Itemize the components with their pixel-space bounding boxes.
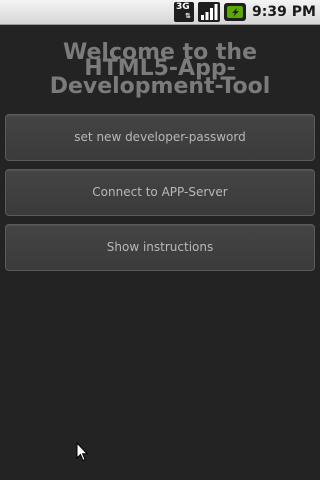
- title-line-3: Development-Tool: [49, 74, 271, 99]
- network-activity-arrows: ⇅: [185, 12, 191, 20]
- mouse-pointer-icon: [76, 442, 88, 462]
- signal-strength-icon: [198, 2, 220, 22]
- network-type-label: 3G: [176, 2, 190, 12]
- status-time: 9:39 PM: [252, 4, 316, 20]
- show-instructions-button[interactable]: Show instructions: [5, 224, 315, 271]
- battery-charging-icon: [224, 3, 246, 21]
- app-screen: 3G ⇅ 9:39 PM Welcome to the HTML5-App- D…: [0, 0, 320, 480]
- network-3g-icon: 3G ⇅: [174, 2, 194, 22]
- connect-app-server-button[interactable]: Connect to APP-Server: [5, 169, 315, 216]
- set-developer-password-button[interactable]: set new developer-password: [5, 114, 315, 161]
- status-bar: 3G ⇅ 9:39 PM: [0, 0, 320, 25]
